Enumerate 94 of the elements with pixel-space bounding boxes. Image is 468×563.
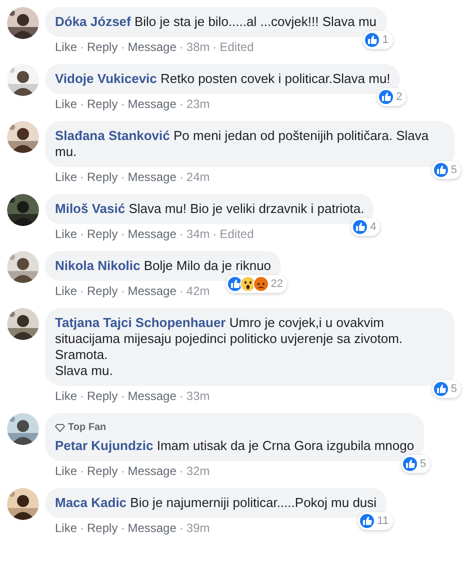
- separator-dot: ·: [120, 283, 125, 299]
- timestamp[interactable]: 23m: [186, 96, 210, 112]
- author-name-link[interactable]: Miloš Vasić: [55, 201, 126, 216]
- separator-dot: ·: [80, 39, 84, 55]
- timestamp[interactable]: 33m: [186, 388, 210, 404]
- author-name-link[interactable]: Maca Kadic: [55, 495, 127, 510]
- thumbs-up-icon: [402, 456, 418, 472]
- edited-label[interactable]: Edited: [220, 39, 254, 55]
- action-link[interactable]: Reply: [87, 96, 118, 112]
- action-link[interactable]: Message: [128, 463, 176, 479]
- action-link[interactable]: Like: [55, 463, 78, 479]
- timestamp[interactable]: 38m: [186, 39, 210, 55]
- author-name-link[interactable]: Vidoje Vukicevic: [55, 71, 157, 86]
- action-link[interactable]: Like: [55, 39, 78, 55]
- separator-dot: ·: [80, 226, 84, 242]
- action-link[interactable]: Reply: [87, 169, 118, 185]
- separator-dot: ·: [120, 226, 125, 242]
- action-link[interactable]: Message: [128, 520, 176, 536]
- action-link[interactable]: Like: [55, 283, 78, 299]
- reaction-badge[interactable]: 5: [400, 455, 430, 473]
- separator-dot: ·: [80, 388, 84, 404]
- separator-dot: ·: [120, 463, 125, 479]
- action-link[interactable]: Like: [55, 96, 78, 112]
- comment-text: Maca Kadic Bio je najumerniji politicar.....Pokoj mu dusi: [55, 495, 377, 511]
- timestamp[interactable]: 42m: [186, 283, 210, 299]
- separator-dot: ·: [80, 520, 84, 536]
- action-link[interactable]: Like: [55, 169, 78, 185]
- action-link[interactable]: Message: [128, 39, 176, 55]
- author-name-link[interactable]: Tatjana Tajci Schopenhauer: [55, 315, 226, 330]
- separator-dot: ·: [120, 169, 125, 185]
- separator-dot: ·: [80, 169, 84, 185]
- comment-text: Dóka József Bilo je sta je bilo.....al ...covjek!!! Slava mu: [55, 14, 377, 30]
- thumbs-up-icon: [359, 513, 376, 529]
- timestamp[interactable]: 34m: [186, 226, 210, 242]
- top-fan-label: Top Fan: [68, 421, 106, 435]
- separator-dot: ·: [80, 283, 84, 299]
- action-link[interactable]: Reply: [87, 283, 118, 299]
- comment-text: Nikola Nikolic Bolje Milo da je riknuo: [55, 258, 272, 274]
- separator-dot: ·: [179, 96, 184, 112]
- comment-text: Tatjana Tajci Schopenhauer Umro je covjek,i u ovakvim situacijama mijesaju pojedinci politicko uvjerenje sa zivotom. Sramota. Slava mu.: [55, 315, 404, 379]
- reaction-badge[interactable]: 5: [432, 161, 461, 179]
- reaction-badge[interactable]: 5: [432, 380, 461, 398]
- comment-text: Slađana Stanković Po meni jedan od poštenijih političara. Slava mu.: [55, 128, 430, 160]
- comment-text: Vidoje Vukicevic Retko posten covek i politicar.Slava mu!: [55, 71, 390, 87]
- separator-dot: ·: [179, 520, 184, 536]
- separator-dot: ·: [120, 388, 125, 404]
- separator-dot: ·: [179, 463, 184, 479]
- action-link[interactable]: Reply: [87, 226, 118, 242]
- timestamp[interactable]: 39m: [186, 520, 210, 536]
- action-link[interactable]: Message: [128, 283, 176, 299]
- action-link[interactable]: Like: [55, 388, 78, 404]
- thumbs-up-icon: [364, 32, 380, 48]
- separator-dot: ·: [179, 283, 184, 299]
- thumbs-up-icon: [352, 219, 368, 235]
- separator-dot: ·: [179, 39, 184, 55]
- author-name-link[interactable]: Petar Kujundzic: [55, 438, 154, 453]
- reaction-badge[interactable]: 2: [377, 88, 406, 106]
- thumbs-up-icon: [432, 162, 449, 178]
- separator-dot: ·: [212, 39, 217, 55]
- comment-text: Petar Kujundzic Imam utisak da je Crna Gora izgubila mnogo: [55, 438, 414, 454]
- author-name-link[interactable]: Slađana Stanković: [55, 128, 170, 143]
- separator-dot: ·: [179, 388, 184, 404]
- diamond-icon: [55, 424, 65, 432]
- action-link[interactable]: Reply: [87, 463, 118, 479]
- author-name-link[interactable]: Dóka József: [55, 14, 131, 29]
- separator-dot: ·: [80, 96, 84, 112]
- reaction-badge[interactable]: 1: [363, 31, 393, 49]
- action-link[interactable]: Like: [55, 226, 78, 242]
- separator-dot: ·: [212, 226, 217, 242]
- reaction-badge[interactable]: 4: [351, 218, 380, 236]
- action-link[interactable]: Message: [128, 169, 176, 185]
- author-name-link[interactable]: Nikola Nikolic: [55, 258, 140, 273]
- reaction-badge[interactable]: 22: [226, 275, 288, 293]
- edited-label[interactable]: Edited: [220, 226, 254, 242]
- action-link[interactable]: Reply: [87, 388, 118, 404]
- separator-dot: ·: [120, 39, 125, 55]
- comment-text: Miloš Vasić Slava mu! Bio je veliki drzavnik i patriota.: [55, 201, 364, 217]
- timestamp[interactable]: 24m: [186, 169, 210, 185]
- action-link[interactable]: Message: [128, 388, 176, 404]
- separator-dot: ·: [179, 226, 184, 242]
- action-link[interactable]: Like: [55, 520, 78, 536]
- thumbs-up-icon: [432, 381, 449, 397]
- thumbs-up-icon: [378, 89, 394, 105]
- reaction-badge[interactable]: 11: [358, 512, 393, 530]
- separator-dot: ·: [80, 463, 84, 479]
- angry-face-icon: [252, 276, 269, 292]
- separator-dot: ·: [179, 169, 184, 185]
- timestamp[interactable]: 32m: [186, 463, 210, 479]
- action-link[interactable]: Message: [128, 226, 176, 242]
- separator-dot: ·: [120, 520, 125, 536]
- separator-dot: ·: [120, 96, 125, 112]
- action-link[interactable]: Reply: [87, 520, 118, 536]
- action-link[interactable]: Message: [128, 96, 176, 112]
- action-link[interactable]: Reply: [87, 39, 118, 55]
